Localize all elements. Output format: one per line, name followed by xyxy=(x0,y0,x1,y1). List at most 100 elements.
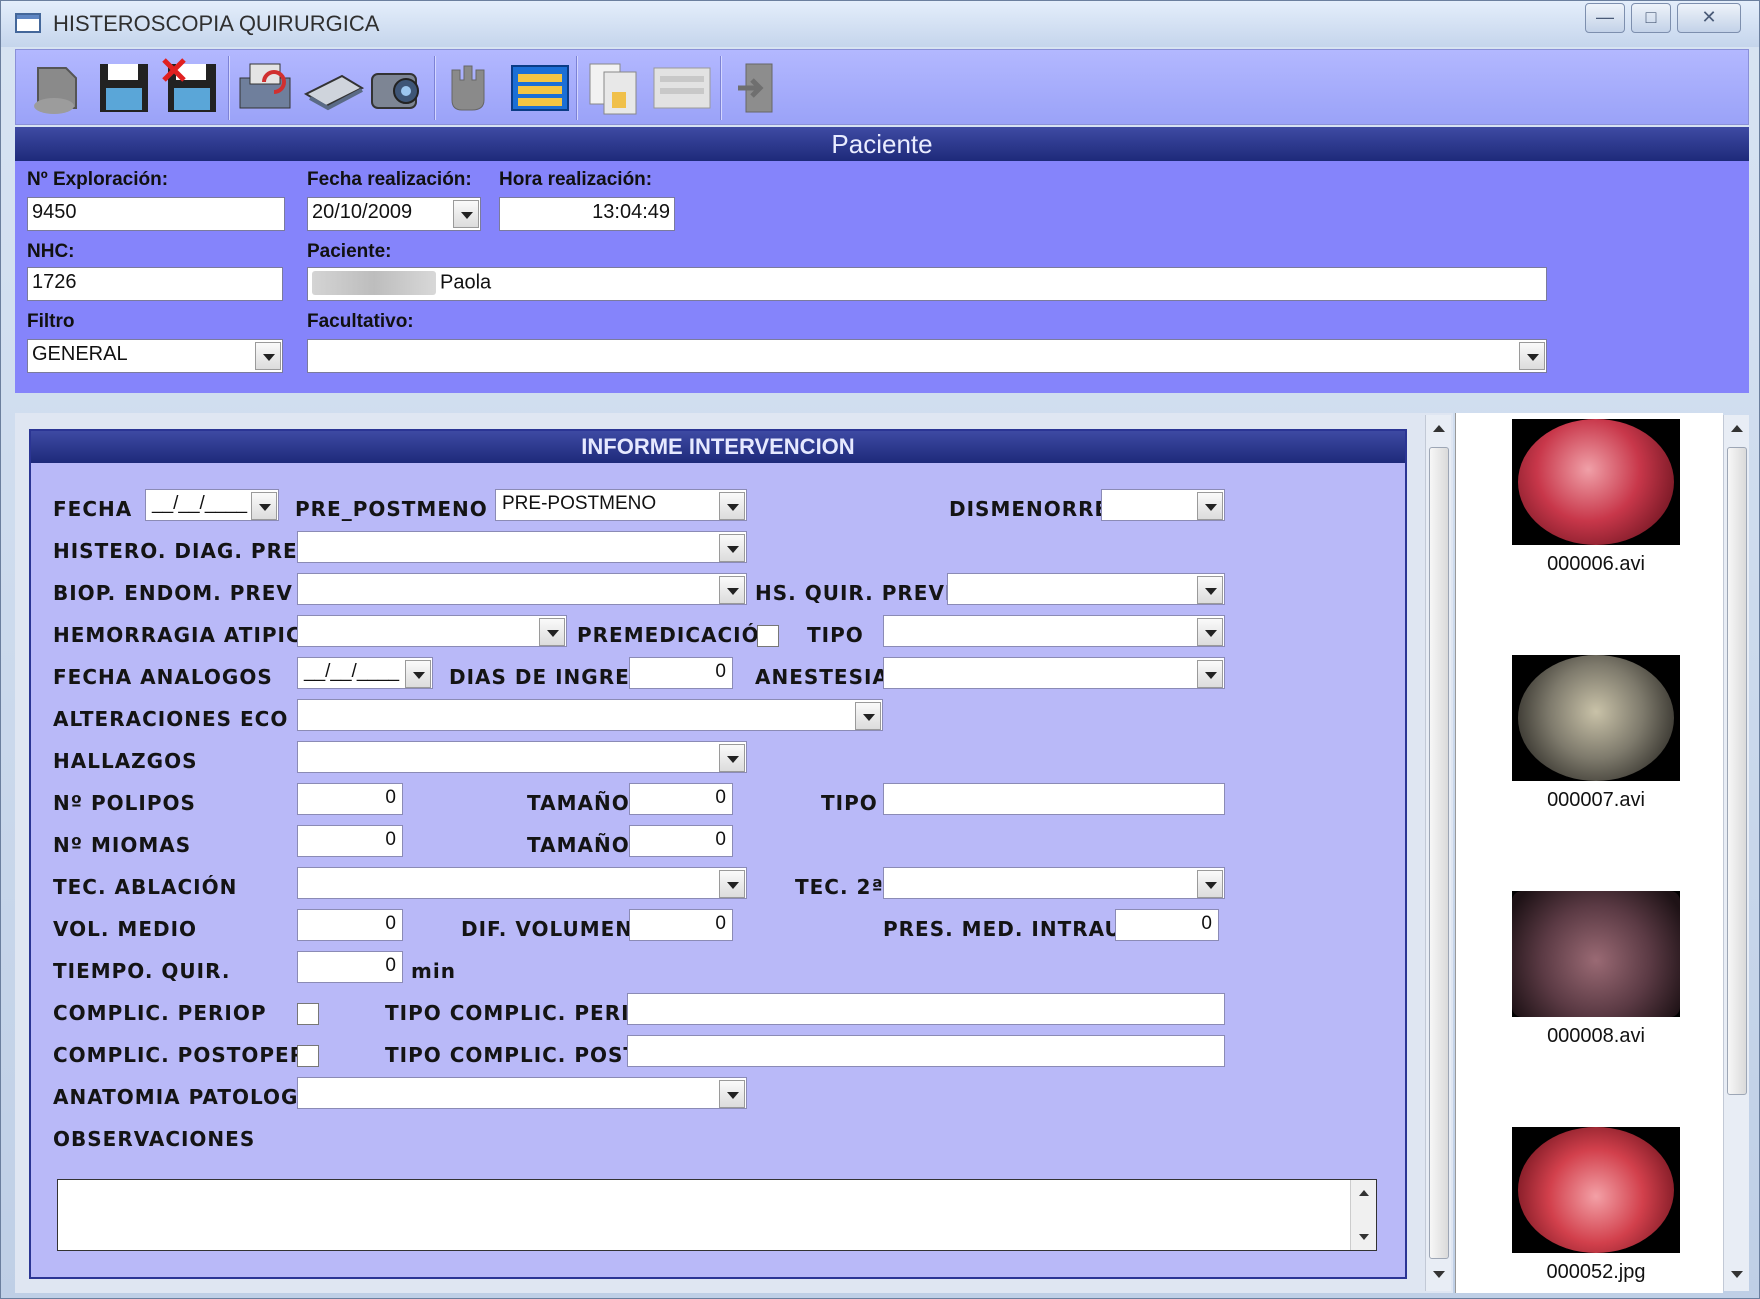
tipo-polipos-field[interactable] xyxy=(883,783,1225,815)
chevron-down-icon[interactable] xyxy=(719,534,745,562)
exploration-field[interactable]: 9450 xyxy=(27,197,285,231)
media-item[interactable]: 000007.avi xyxy=(1512,655,1680,812)
tamano-polipos-field[interactable]: 0 xyxy=(629,783,733,815)
chevron-down-icon[interactable] xyxy=(719,1080,745,1108)
complic-periop-checkbox[interactable] xyxy=(297,1003,319,1025)
save-icon[interactable] xyxy=(92,58,156,118)
hs-quir-select[interactable] xyxy=(947,573,1225,605)
chevron-down-icon[interactable] xyxy=(1197,618,1223,646)
tamano-miomas-field[interactable]: 0 xyxy=(629,825,733,857)
tamano-label: TAMAÑO xyxy=(527,791,630,815)
chevron-down-icon[interactable] xyxy=(1197,660,1223,688)
chevron-down-icon[interactable] xyxy=(1519,342,1545,370)
dias-ingreso-field[interactable]: 0 xyxy=(629,657,733,689)
chevron-down-icon[interactable] xyxy=(1197,492,1223,520)
hemorragia-select[interactable] xyxy=(297,615,567,647)
tiempo-field[interactable]: 0 xyxy=(297,951,403,983)
patient-name-value: Paola xyxy=(440,271,492,294)
send-icon[interactable] xyxy=(302,58,366,118)
vol-medio-field[interactable]: 0 xyxy=(297,909,403,941)
anestesia-select[interactable] xyxy=(883,657,1225,689)
app-window-icon xyxy=(15,13,41,33)
chevron-down-icon[interactable] xyxy=(251,492,277,520)
media-item[interactable]: 000008.avi xyxy=(1512,891,1680,1048)
anatomia-select[interactable] xyxy=(297,1077,747,1109)
vol-medio-label: VOL. MEDIO xyxy=(53,917,198,941)
chevron-down-icon[interactable] xyxy=(539,618,565,646)
complic-postoper-label: COMPLIC. POSTOPER xyxy=(53,1043,307,1067)
tipo-complic-periop-field[interactable] xyxy=(627,993,1225,1025)
miomas-field[interactable]: 0 xyxy=(297,825,403,857)
scroll-down-icon[interactable] xyxy=(1433,1271,1445,1278)
chevron-down-icon[interactable] xyxy=(453,200,479,228)
report-icon[interactable] xyxy=(508,58,572,118)
pre-postmeno-select[interactable]: PRE-POSTMENO xyxy=(495,489,747,521)
chevron-down-icon[interactable] xyxy=(405,660,431,688)
miomas-label: Nº MIOMAS xyxy=(53,833,192,857)
fecha-picker[interactable]: __/__/____ xyxy=(145,489,279,521)
chevron-down-icon[interactable] xyxy=(719,492,745,520)
time-field[interactable]: 13:04:49 xyxy=(499,197,675,231)
premedicacion-checkbox[interactable] xyxy=(757,625,779,647)
scroll-up-icon[interactable] xyxy=(1433,425,1445,432)
biop-select[interactable] xyxy=(297,573,747,605)
time-label: Hora realización: xyxy=(499,169,653,190)
chevron-down-icon[interactable] xyxy=(719,870,745,898)
scroll-down-icon[interactable] xyxy=(1731,1271,1743,1278)
chevron-down-icon[interactable] xyxy=(719,576,745,604)
chevron-down-icon[interactable] xyxy=(1197,870,1223,898)
media-item[interactable]: 000006.avi xyxy=(1512,419,1680,576)
refresh-icon[interactable] xyxy=(234,58,298,118)
pre-postmeno-label: PRE_POSTMENO xyxy=(295,497,488,521)
dif-volumen-field[interactable]: 0 xyxy=(629,909,733,941)
nhc-field[interactable]: 1726 xyxy=(27,267,283,301)
camera-icon[interactable] xyxy=(366,58,430,118)
date-picker[interactable]: 20/10/2009 xyxy=(307,197,481,231)
histero-select[interactable] xyxy=(297,531,747,563)
patient-name-field[interactable]: Paola xyxy=(307,267,1547,301)
tec-ablacion-select[interactable] xyxy=(297,867,747,899)
form-scrollbar-thumb[interactable] xyxy=(1429,447,1449,1259)
tiempo-label: TIEMPO. QUIR. xyxy=(53,959,231,983)
date-label: Fecha realización: xyxy=(307,169,472,190)
chevron-down-icon[interactable] xyxy=(855,702,881,730)
minimize-button[interactable]: — xyxy=(1585,3,1625,33)
delete-save-icon[interactable] xyxy=(160,58,224,118)
fecha-analogos-picker[interactable]: __/__/____ xyxy=(297,657,433,689)
exit-icon[interactable] xyxy=(728,58,792,118)
complic-postoper-checkbox[interactable] xyxy=(297,1045,319,1067)
chevron-down-icon[interactable] xyxy=(719,744,745,772)
back-icon[interactable] xyxy=(24,58,88,118)
close-button[interactable]: ✕ xyxy=(1677,3,1741,33)
scroll-up-icon[interactable] xyxy=(1731,425,1743,432)
hallazgos-select[interactable] xyxy=(297,741,747,773)
list-icon[interactable] xyxy=(650,58,714,118)
observaciones-textarea[interactable] xyxy=(57,1179,1377,1251)
intervention-report-form: INFORME INTERVENCION FECHA __/__/____ PR… xyxy=(29,429,1407,1279)
alteraciones-select[interactable] xyxy=(297,699,883,731)
form-scrollbar[interactable] xyxy=(1425,415,1451,1291)
chevron-down-icon[interactable] xyxy=(255,342,281,370)
chevron-down-icon[interactable] xyxy=(1197,576,1223,604)
maximize-button[interactable]: □ xyxy=(1631,3,1671,33)
tec2-select[interactable] xyxy=(883,867,1225,899)
doctor-select[interactable] xyxy=(307,339,1547,373)
document-icon[interactable] xyxy=(582,58,646,118)
tec2-label: TEC. 2ª xyxy=(795,875,884,899)
thumbnails-scrollbar[interactable] xyxy=(1723,415,1749,1291)
dismenorrea-select[interactable] xyxy=(1101,489,1225,521)
hand-icon[interactable] xyxy=(440,58,504,118)
patient-panel: Nº Exploración: 9450 Fecha realización: … xyxy=(15,161,1749,393)
toolbar-separator xyxy=(720,56,722,120)
toolbar xyxy=(15,49,1749,125)
fecha-value: __/__/____ xyxy=(152,493,248,514)
media-item[interactable]: 000052.jpg xyxy=(1512,1127,1680,1284)
polipos-field[interactable]: 0 xyxy=(297,783,403,815)
observaciones-scrollbar[interactable] xyxy=(1350,1180,1376,1250)
thumbnails-scrollbar-thumb[interactable] xyxy=(1727,447,1747,1095)
filter-select[interactable]: GENERAL xyxy=(27,339,283,373)
tipo-complic-post-field[interactable] xyxy=(627,1035,1225,1067)
pres-med-field[interactable]: 0 xyxy=(1115,909,1219,941)
tipo-select[interactable] xyxy=(883,615,1225,647)
alteraciones-label: ALTERACIONES ECO xyxy=(53,707,289,731)
